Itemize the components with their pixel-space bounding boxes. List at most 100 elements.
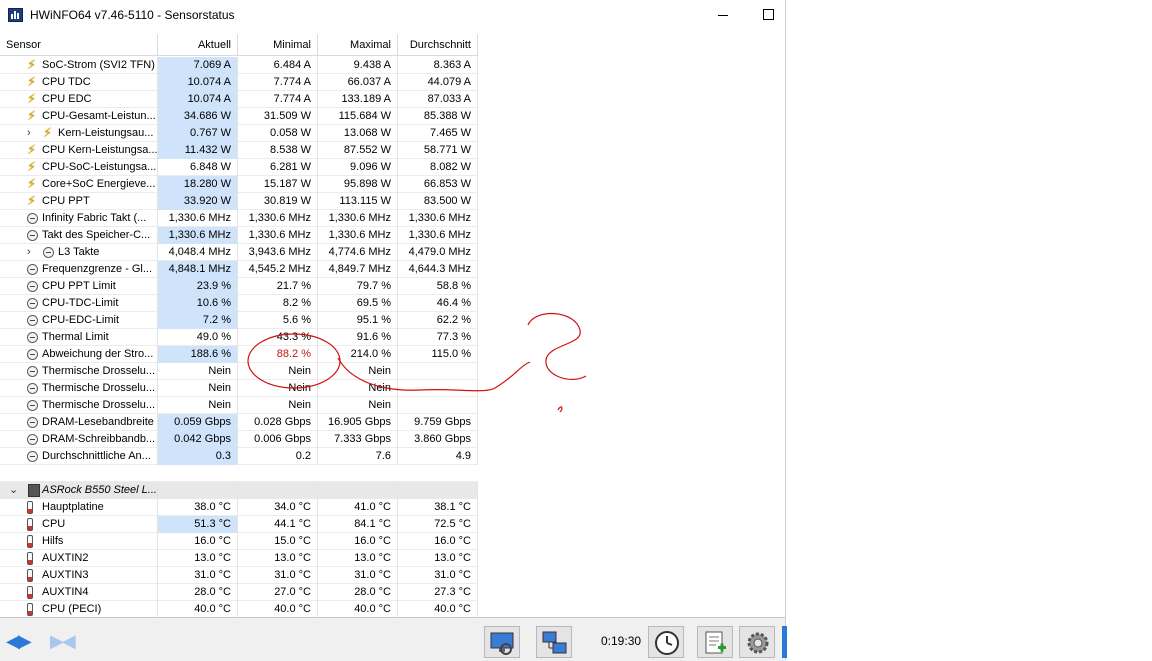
minimum-value: Nein — [238, 397, 318, 414]
maximize-button[interactable] — [745, 4, 791, 26]
table-row[interactable]: Thermal Limit 49.0 % 43.3 % 91.6 % 77.3 % — [0, 329, 478, 346]
expand-chevron-icon[interactable]: › — [27, 244, 31, 260]
current-value: 33.920 W — [158, 193, 238, 210]
network-button[interactable] — [536, 626, 572, 658]
report-button[interactable] — [697, 626, 733, 658]
table-row[interactable]: › ⚡ Kern-Leistungsau... 0.767 W 0.058 W 13.06… — [0, 125, 478, 142]
clock-icon — [27, 230, 38, 241]
sensor-name: Frequenzgrenze - Gl... — [42, 263, 153, 275]
maximum-value: 115.684 W — [318, 108, 398, 125]
clock-icon — [27, 349, 38, 360]
clock-icon — [27, 383, 38, 394]
table-row[interactable]: Hilfs 16.0 °C 15.0 °C 16.0 °C 16.0 °C — [0, 533, 478, 550]
sensor-cell: CPU (PECI) — [0, 601, 158, 617]
column-header-minimum[interactable]: Minimal — [238, 34, 318, 56]
maximum-value: 1,330.6 MHz — [318, 227, 398, 244]
sensor-cell: CPU-EDC-Limit — [0, 312, 158, 329]
minimum-value: 44.1 °C — [238, 516, 318, 533]
table-row[interactable]: DRAM-Lesebandbreite 0.059 Gbps 0.028 Gbps 1… — [0, 414, 478, 431]
table-row[interactable]: ⚡ CPU-SoC-Leistungsa... 6.848 W 6.281 W 9.09… — [0, 159, 478, 176]
sensor-name: CPU — [42, 518, 66, 530]
current-value: 18.280 W — [158, 176, 238, 193]
table-row[interactable]: ⚡ CPU PPT 33.920 W 30.819 W 113.115 W 83.500 … — [0, 193, 478, 210]
collapse-arrows-icon[interactable]: ▶◀ — [50, 626, 76, 656]
sensor-name: Thermische Drosselu... — [42, 365, 156, 377]
minimum-value: 43.3 % — [238, 329, 318, 346]
table-row[interactable]: Abweichung der Stro... 188.6 % 88.2 % 214.0… — [0, 346, 478, 363]
table-row[interactable]: ⚡ CPU EDC 10.074 A 7.774 A 133.189 A 87.033 A — [0, 91, 478, 108]
table-row[interactable]: AUXTIN4 28.0 °C 27.0 °C 28.0 °C 27.3 °C — [0, 584, 478, 601]
group-cell: ⌄ ASRock B550 Steel L... — [0, 482, 158, 499]
table-row[interactable]: ⚡ Core+SoC Energieve... 18.280 W 15.187 W 95… — [0, 176, 478, 193]
monitor-button[interactable] — [484, 626, 520, 658]
current-value: 10.6 % — [158, 295, 238, 312]
maximum-value: 79.7 % — [318, 278, 398, 295]
expand-chevron-icon[interactable]: › — [27, 125, 31, 141]
current-value: 0.059 Gbps — [158, 414, 238, 431]
column-header-average[interactable]: Durchschnitt — [398, 34, 478, 56]
bolt-icon: ⚡ — [27, 159, 37, 174]
bolt-icon: ⚡ — [27, 176, 37, 191]
sensor-name: Takt des Speicher-C... — [42, 229, 151, 241]
table-row[interactable]: ⚡ SoC-Strom (SVI2 TFN) 7.069 A 6.484 A 9.438… — [0, 57, 478, 74]
current-value: 31.0 °C — [158, 567, 238, 584]
maximum-value: 40.0 °C — [318, 601, 398, 617]
table-row[interactable]: CPU (PECI) 40.0 °C 40.0 °C 40.0 °C 40.0 °C — [0, 601, 478, 617]
column-header-current[interactable]: Aktuell — [158, 34, 238, 56]
table-row[interactable]: Durchschnittliche An... 0.3 0.2 7.6 4.9 — [0, 448, 478, 465]
title-bar: HWiNFO64 v7.46-5110 - Sensorstatus — [0, 0, 785, 31]
table-row[interactable]: Thermische Drosselu... Nein Nein Nein — [0, 380, 478, 397]
sensor-cell: CPU-TDC-Limit — [0, 295, 158, 312]
sensor-cell: ⚡ SoC-Strom (SVI2 TFN) — [0, 57, 158, 74]
table-row[interactable]: ⚡ CPU TDC 10.074 A 7.774 A 66.037 A 44.079 A — [0, 74, 478, 91]
table-row[interactable]: ⚡ CPU Kern-Leistungsa... 11.432 W 8.538 W 87… — [0, 142, 478, 159]
sensor-name: DRAM-Schreibbandb... — [42, 433, 156, 445]
sensor-cell: DRAM-Lesebandbreite — [0, 414, 158, 431]
minimum-value: 40.0 °C — [238, 601, 318, 617]
column-header-maximum[interactable]: Maximal — [318, 34, 398, 56]
settings-button[interactable] — [739, 626, 775, 658]
sensor-name: Thermal Limit — [42, 331, 109, 343]
average-value: 77.3 % — [398, 329, 478, 346]
average-value: 27.3 °C — [398, 584, 478, 601]
timer-clock-icon — [655, 631, 679, 655]
nav-arrows-icon[interactable]: ◀▶ — [6, 626, 32, 656]
sensor-name: Hilfs — [42, 535, 64, 547]
table-row[interactable]: AUXTIN3 31.0 °C 31.0 °C 31.0 °C 31.0 °C — [0, 567, 478, 584]
thermometer-icon — [27, 501, 33, 514]
minimum-value: 0.028 Gbps — [238, 414, 318, 431]
table-row[interactable]: Infinity Fabric Takt (... 1,330.6 MHz 1,33… — [0, 210, 478, 227]
sensor-cell: DRAM-Schreibbandb... — [0, 431, 158, 448]
minimum-value: 1,330.6 MHz — [238, 210, 318, 227]
table-row[interactable]: Thermische Drosselu... Nein Nein Nein — [0, 363, 478, 380]
average-value: 7.465 W — [398, 125, 478, 142]
clock-icon — [27, 315, 38, 326]
table-row[interactable]: AUXTIN2 13.0 °C 13.0 °C 13.0 °C 13.0 °C — [0, 550, 478, 567]
maximum-value: 31.0 °C — [318, 567, 398, 584]
current-value: 10.074 A — [158, 91, 238, 108]
sensor-cell: › ⚡ Kern-Leistungsau... — [0, 125, 158, 142]
edge-button[interactable] — [782, 626, 787, 658]
table-row[interactable]: CPU-TDC-Limit 10.6 % 8.2 % 69.5 % 46.4 % — [0, 295, 478, 312]
table-row[interactable]: CPU PPT Limit 23.9 % 21.7 % 79.7 % 58.8 % — [0, 278, 478, 295]
minimum-value: 0.058 W — [238, 125, 318, 142]
sensor-cell: AUXTIN4 — [0, 584, 158, 601]
table-row[interactable]: CPU-EDC-Limit 7.2 % 5.6 % 95.1 % 62.2 % — [0, 312, 478, 329]
minimize-button[interactable] — [700, 4, 746, 26]
table-row[interactable]: DRAM-Schreibbandb... 0.042 Gbps 0.006 Gbps… — [0, 431, 478, 448]
table-row[interactable]: Frequenzgrenze - Gl... 4,848.1 MHz 4,545.2… — [0, 261, 478, 278]
table-row[interactable]: Takt des Speicher-C... 1,330.6 MHz 1,330.6… — [0, 227, 478, 244]
column-header-sensor[interactable]: Sensor — [0, 34, 158, 56]
table-row[interactable]: Thermische Drosselu... Nein Nein Nein — [0, 397, 478, 414]
maximum-value: 7.333 Gbps — [318, 431, 398, 448]
sensor-name: SoC-Strom (SVI2 TFN) — [42, 59, 155, 71]
table-row[interactable]: CPU 51.3 °C 44.1 °C 84.1 °C 72.5 °C — [0, 516, 478, 533]
table-row[interactable]: ⚡ CPU-Gesamt-Leistun... 34.686 W 31.509 W 11… — [0, 108, 478, 125]
table-row[interactable]: › L3 Takte 4,048.4 MHz 3,943.6 MHz 4,774.6 M… — [0, 244, 478, 261]
collapse-chevron-icon[interactable]: ⌄ — [9, 482, 18, 498]
bolt-icon: ⚡ — [43, 125, 53, 140]
table-row[interactable]: Hauptplatine 38.0 °C 34.0 °C 41.0 °C 38.1 °C — [0, 499, 478, 516]
timer-reset-button[interactable] — [648, 626, 684, 658]
sensor-group-header[interactable]: ⌄ ASRock B550 Steel L... — [0, 482, 478, 499]
maximum-value: 69.5 % — [318, 295, 398, 312]
